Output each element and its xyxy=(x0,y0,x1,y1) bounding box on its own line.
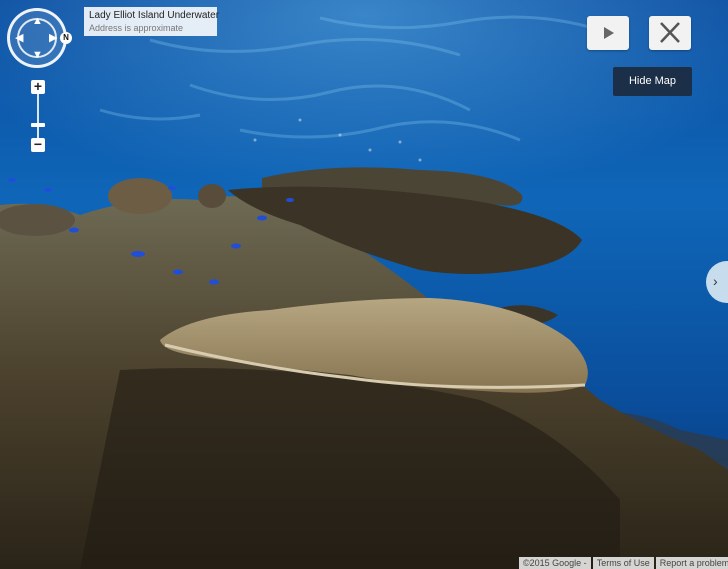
zoom-in-button[interactable]: + xyxy=(31,79,45,94)
zoom-slider-handle[interactable] xyxy=(31,123,45,127)
close-button[interactable] xyxy=(649,16,691,50)
zoom-out-button[interactable]: − xyxy=(31,137,45,152)
footer-bar: ©2015 Google - Terms of Use Report a pro… xyxy=(517,557,728,569)
navigation-control[interactable]: ▲ ▼ ◀ ▶ xyxy=(7,8,67,68)
report-problem-link[interactable]: Report a problem xyxy=(660,558,728,568)
close-icon xyxy=(660,22,680,43)
play-icon xyxy=(604,27,614,39)
pan-up-icon[interactable]: ▲ xyxy=(32,16,43,27)
terms-of-use-link[interactable]: Terms of Use xyxy=(597,558,650,568)
compass-north-icon[interactable]: N xyxy=(60,32,72,44)
play-button[interactable] xyxy=(587,16,629,50)
address-box: Lady Elliot Island Underwater Address is… xyxy=(84,7,220,36)
location-title: Lady Elliot Island Underwater xyxy=(89,10,220,21)
pan-right-icon[interactable]: ▶ xyxy=(49,33,57,44)
copyright-text: ©2015 Google - xyxy=(519,557,591,569)
chevron-right-icon: › xyxy=(713,273,718,289)
pan-down-icon[interactable]: ▼ xyxy=(32,50,43,61)
pan-left-icon[interactable]: ◀ xyxy=(15,33,23,44)
hide-map-button[interactable]: Hide Map xyxy=(613,67,692,96)
location-subtitle: Address is approximate xyxy=(89,23,184,33)
zoom-slider-track[interactable] xyxy=(37,94,39,138)
